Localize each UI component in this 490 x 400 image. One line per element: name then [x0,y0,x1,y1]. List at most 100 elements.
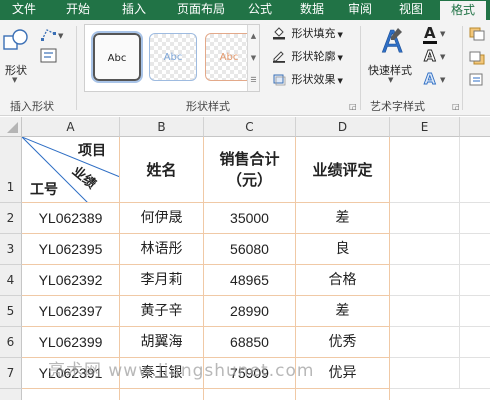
cell-rating[interactable]: 差 [296,296,390,327]
shape-style-gallery[interactable]: Abc Abc Abc ▲ ▼ ☰ [84,24,260,92]
cell-rating[interactable]: 良 [296,234,390,265]
empty-cell[interactable] [22,389,120,400]
shape-outline-label: 形状轮廓 [291,50,336,63]
row-header-5[interactable]: 5 [0,296,22,327]
empty-cell[interactable] [390,296,460,327]
gallery-scroll[interactable]: ▲ ▼ ☰ [247,25,259,91]
tab-insert[interactable]: 插入 [112,0,156,20]
empty-cell[interactable] [390,234,460,265]
dialog-launcher-icon[interactable]: ◲ [452,102,460,111]
column-header-d[interactable]: D [296,117,390,137]
quick-styles-button[interactable]: A 快速样式 ▼ [364,24,420,86]
cell-name[interactable]: 何伊晟 [120,203,204,234]
select-all-corner[interactable] [0,117,22,137]
shape-style-sample[interactable]: Abc [149,33,197,81]
tab-page-layout[interactable]: 页面布局 [166,0,236,20]
cell-employee-id[interactable]: YL062392 [22,265,120,296]
header-cell-sales[interactable]: 销售合计（元） [204,137,296,203]
empty-cell[interactable] [390,327,460,358]
dropdown-arrow-icon[interactable]: ▼ [58,32,63,40]
shape-style-sample[interactable]: Abc [91,31,143,83]
column-header-f[interactable] [460,117,490,137]
text-box-icon[interactable] [40,48,58,64]
empty-cell[interactable] [460,296,490,327]
tab-review[interactable]: 审阅 [340,0,380,20]
shapes-button[interactable]: 形状 ▼ [2,24,32,84]
shape-effects-button[interactable]: 形状效果 ▼ [272,70,343,90]
text-effects-button[interactable]: A ▼ [422,70,450,90]
cell-employee-id[interactable]: YL062395 [22,234,120,265]
shape-outline-button[interactable]: 形状轮廓 ▼ [272,47,343,67]
row-header-6[interactable]: 6 [0,327,22,358]
cell-rating[interactable]: 合格 [296,265,390,296]
dialog-launcher-icon[interactable]: ◲ [349,102,357,111]
empty-cell[interactable] [296,389,390,400]
shape-fill-button[interactable]: 形状填充 ▼ [272,24,343,44]
tab-file[interactable]: 文件 [4,0,44,20]
row-header-7[interactable]: 7 [0,358,22,389]
cell-rating[interactable]: 优秀 [296,327,390,358]
empty-cell[interactable] [460,203,490,234]
empty-cell[interactable] [460,265,490,296]
empty-cell[interactable] [390,358,460,389]
row-header-3[interactable]: 3 [0,234,22,265]
row-header-1[interactable]: 1 [0,137,22,203]
cell-name[interactable]: 林语彤 [120,234,204,265]
cell-employee-id[interactable]: YL062389 [22,203,120,234]
header-cell-name[interactable]: 姓名 [120,137,204,203]
tab-data[interactable]: 数据 [292,0,332,20]
empty-cell[interactable] [460,137,490,203]
cell-rating[interactable]: 差 [296,203,390,234]
shape-style-sample[interactable]: Abc [205,33,253,81]
group-label-wordart-styles: 艺术字样式 [370,100,425,113]
cell-name[interactable]: 胡翼海 [120,327,204,358]
arrange-group-partial[interactable] [466,26,490,96]
empty-cell[interactable] [390,265,460,296]
cell-name[interactable]: 黄子辛 [120,296,204,327]
header-cell-rating[interactable]: 业绩评定 [296,137,390,203]
cell-name[interactable]: 李月莉 [120,265,204,296]
text-fill-icon: A [424,24,436,42]
column-header-b[interactable]: B [120,117,204,137]
empty-cell[interactable] [460,327,490,358]
gallery-up-icon[interactable]: ▲ [248,25,259,47]
row-header-2[interactable]: 2 [0,203,22,234]
cell-sales[interactable]: 68850 [204,327,296,358]
text-effects-icon: A [424,70,437,88]
empty-cell[interactable] [390,137,460,203]
dropdown-arrow-icon: ▼ [337,54,343,62]
bring-forward-icon [469,27,485,41]
group-label-shape-styles: 形状样式 [186,100,230,113]
edit-shape-icon[interactable] [40,26,58,44]
cell-sales[interactable]: 48965 [204,265,296,296]
diagonal-header-cell[interactable]: 项目 业绩 工号 [22,137,120,203]
empty-cell[interactable] [460,358,490,389]
empty-cell[interactable] [460,234,490,265]
group-divider [360,26,361,110]
cell-sales[interactable]: 28990 [204,296,296,327]
gallery-more-icon[interactable]: ☰ [248,69,259,91]
group-label-insert-shapes: 插入形状 [10,100,54,113]
column-header-e[interactable]: E [390,117,460,137]
empty-cell[interactable] [120,389,204,400]
text-fill-color-bar [423,41,437,44]
empty-cell[interactable] [204,389,296,400]
empty-cell[interactable] [390,203,460,234]
cell-sales[interactable]: 56080 [204,234,296,265]
chevron-down-icon: ▼ [388,76,394,84]
cell-sales[interactable]: 35000 [204,203,296,234]
tab-home[interactable]: 开始 [56,0,100,20]
text-fill-button[interactable]: A ▼ [422,24,450,44]
text-outline-button[interactable]: A ▼ [422,47,450,67]
cell-employee-id[interactable]: YL062397 [22,296,120,327]
paint-bucket-icon [273,27,285,40]
tab-formulas[interactable]: 公式 [240,0,280,20]
tab-format[interactable]: 格式 [440,1,486,20]
column-header-c[interactable]: C [204,117,296,137]
cell-employee-id[interactable]: YL062399 [22,327,120,358]
gallery-down-icon[interactable]: ▼ [248,47,259,69]
column-header-a[interactable]: A [22,117,120,137]
tab-view[interactable]: 视图 [390,0,432,20]
row-header-4[interactable]: 4 [0,265,22,296]
row-header-8[interactable] [0,389,22,400]
